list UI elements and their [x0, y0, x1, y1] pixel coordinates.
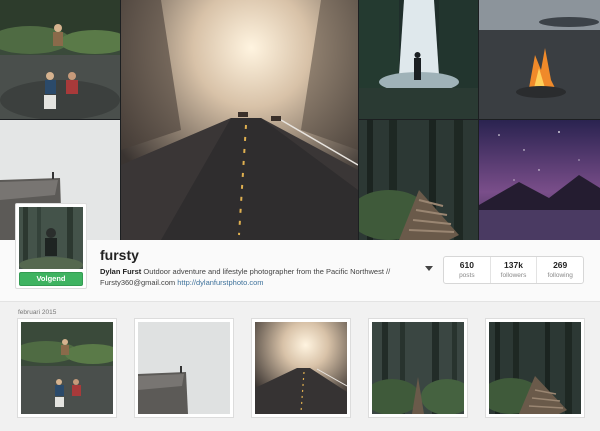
- feed-photo-foggy-cliff[interactable]: [134, 318, 234, 418]
- stat-following[interactable]: 269 following: [536, 257, 583, 283]
- profile-stats: 610 posts 137k followers 269 following: [443, 256, 584, 284]
- cover-photo-campfire[interactable]: [479, 0, 600, 119]
- feed-photo-foggy-road[interactable]: [251, 318, 351, 418]
- feed-photo-forest-stairs[interactable]: [485, 318, 585, 418]
- stat-posts[interactable]: 610 posts: [444, 257, 490, 283]
- stat-following-value: 269: [553, 260, 568, 270]
- following-button[interactable]: Volgend: [19, 272, 83, 286]
- profile-cover-mosaic: [0, 0, 600, 240]
- profile-avatar-card: Volgend: [15, 203, 87, 289]
- cover-photo-foggy-road[interactable]: [121, 0, 358, 240]
- stat-posts-value: 610: [459, 260, 474, 270]
- cover-photo-forest-stairs[interactable]: [359, 120, 478, 240]
- avatar[interactable]: [19, 207, 83, 269]
- profile-full-name: Dylan Furst: [100, 267, 142, 276]
- stat-followers[interactable]: 137k followers: [489, 257, 537, 283]
- stat-posts-label: posts: [459, 272, 475, 279]
- photo-feed: [17, 318, 597, 418]
- cover-photo-starry-sky[interactable]: [479, 120, 600, 240]
- profile-username: fursty: [100, 247, 139, 263]
- stat-followers-label: followers: [500, 272, 527, 279]
- cover-photo-waterfall[interactable]: [359, 0, 478, 119]
- stat-following-label: following: [547, 272, 573, 279]
- stat-followers-value: 137k: [504, 260, 523, 270]
- feed-photo-forest-trail[interactable]: [368, 318, 468, 418]
- options-dropdown-icon[interactable]: [425, 266, 433, 271]
- feed-date-label: februari 2015: [18, 309, 57, 316]
- cover-photo-friends-on-rocks[interactable]: [0, 0, 120, 119]
- feed-photo-friends-on-rocks[interactable]: [17, 318, 117, 418]
- profile-bio: Dylan Furst Outdoor adventure and lifest…: [100, 266, 420, 288]
- profile-website-link[interactable]: http://dylanfurstphoto.com: [177, 278, 263, 287]
